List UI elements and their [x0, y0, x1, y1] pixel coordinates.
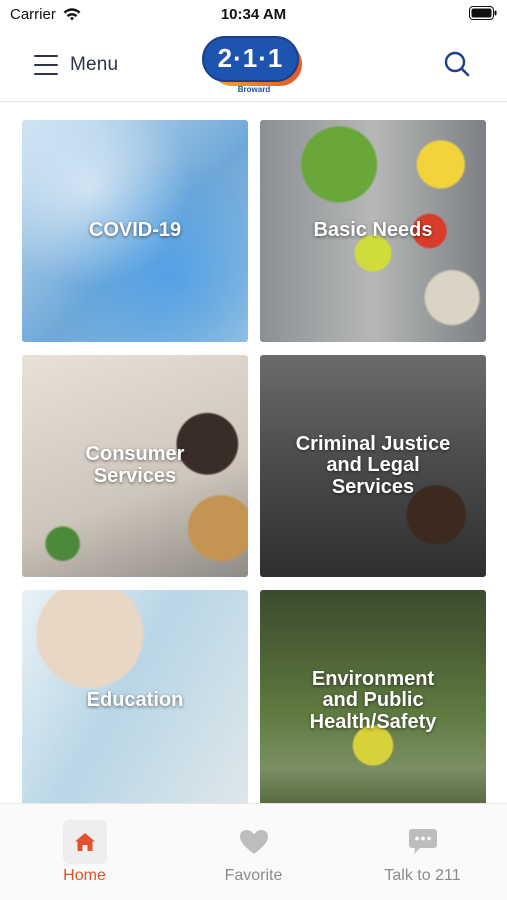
category-grid: COVID-19 Basic Needs Consumer Services C… [22, 120, 486, 803]
category-tile-covid-19[interactable]: COVID-19 [22, 120, 248, 342]
category-title: Education [86, 689, 184, 712]
category-tile-consumer-services[interactable]: Consumer Services [22, 355, 248, 577]
category-title: Consumer Services [85, 443, 185, 487]
heart-icon [239, 830, 268, 854]
tab-favorite-label: Favorite [224, 867, 283, 884]
battery-icon [469, 6, 497, 20]
status-bar: Carrier 10:34 AM [0, 0, 507, 30]
tab-favorite[interactable]: Favorite [169, 804, 338, 900]
category-tile-basic-needs[interactable]: Basic Needs [260, 120, 486, 342]
category-title: Criminal Justice and Legal Services [295, 432, 451, 498]
tab-home-label: Home [63, 867, 106, 884]
home-icon [74, 833, 95, 851]
category-title: COVID-19 [88, 219, 182, 242]
category-tile-education[interactable]: Education [22, 590, 248, 803]
status-time: 10:34 AM [220, 6, 287, 23]
menu-label: Menu [70, 54, 119, 75]
hamburger-icon [34, 55, 58, 75]
category-title: Basic Needs [313, 219, 433, 242]
tab-talk-label: Talk to 211 [384, 867, 461, 884]
tab-talk-icon-wrap [401, 820, 445, 864]
logo-subtext: Broward [237, 85, 271, 94]
app-header: Menu 2·1·1 Broward [0, 30, 507, 102]
logo-text: 2·1·1 [217, 43, 284, 73]
menu-button[interactable]: Menu [34, 50, 118, 80]
category-tile-environment[interactable]: Environment and Public Health/Safety [260, 590, 486, 803]
tab-home[interactable]: Home [0, 804, 169, 900]
tab-favorite-icon-wrap [232, 820, 276, 864]
app-logo: 2·1·1 Broward [202, 36, 306, 96]
search-icon[interactable] [443, 50, 471, 78]
tab-bar: Home Favorite Talk to 211 [0, 803, 507, 900]
tab-talk-to-211[interactable]: Talk to 211 [338, 804, 507, 900]
category-tile-criminal-justice[interactable]: Criminal Justice and Legal Services [260, 355, 486, 577]
tab-home-icon-wrap [62, 820, 107, 864]
chat-bubble-icon [408, 829, 437, 854]
category-title: Environment and Public Health/Safety [309, 667, 437, 733]
